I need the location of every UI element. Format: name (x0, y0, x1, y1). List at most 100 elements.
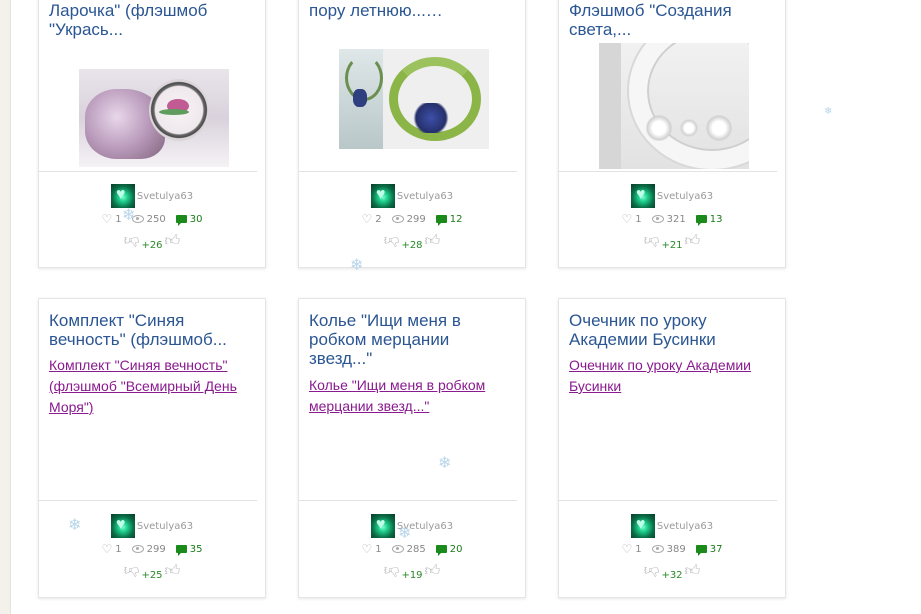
comment-icon (695, 545, 707, 556)
author-name[interactable]: Svetulya63 (657, 521, 713, 532)
post-title[interactable]: пору летнюю...… (309, 1, 517, 20)
thumbs-down-icon[interactable]: 👍︎ (124, 562, 140, 579)
comments-stat[interactable]: 12 (435, 213, 463, 226)
thumbs-up-icon[interactable]: 👍︎ (425, 233, 441, 248)
post-title[interactable]: Комплект "Синяя вечность" (флэшмоб... (49, 311, 257, 349)
post-title[interactable]: Ларочка" (флэшмоб "Укрась... (49, 1, 257, 39)
author-name[interactable]: Svetulya63 (137, 521, 193, 532)
snowflake-icon: ❄ (824, 106, 833, 117)
post-image[interactable] (79, 69, 229, 167)
snowflake-icon: ❄ (438, 455, 452, 472)
post-meta: Svetulya63 ♡1 285 20 👍︎ +19 👍︎ (299, 514, 525, 581)
avatar[interactable] (630, 184, 655, 208)
post-link[interactable]: Комплект "Синяя вечность" (флэшмоб "Всем… (49, 355, 257, 418)
thumbs-down-icon[interactable]: 👍︎ (644, 232, 660, 249)
post-stats: ♡ 1 250 30 (39, 212, 265, 226)
post-image[interactable] (599, 43, 749, 169)
likes-stat[interactable]: ♡ 1 (102, 212, 122, 226)
comments-stat[interactable]: 35 (175, 543, 203, 556)
post-meta: Svetulya63 ♡1 250 30 👍︎ +26 👍︎ (39, 184, 265, 251)
views-stat: 321 (651, 214, 686, 225)
author: Svetulya63 (559, 184, 785, 208)
avatar[interactable] (630, 514, 655, 538)
likes-stat[interactable]: ♡ 1 (362, 542, 382, 556)
post-stats: ♡ 2 299 12 (299, 212, 525, 226)
post-card: пору летнюю...… Svetulya63 ♡2 299 12 👍︎ … (298, 0, 526, 268)
comments-count: 20 (449, 543, 463, 555)
likes-count: 1 (115, 213, 122, 225)
heart-icon: ♡ (101, 542, 113, 556)
views-count: 250 (146, 213, 166, 225)
vote-row: 👍︎ +21 👍︎ (559, 230, 785, 251)
thumbs-down-icon[interactable]: 👍︎ (384, 232, 400, 249)
post-title[interactable]: Очечник по уроку Академии Бусинки (569, 311, 777, 349)
comments-count: 35 (189, 543, 203, 555)
author-name[interactable]: Svetulya63 (137, 191, 193, 202)
vote-row: 👍︎ +26 👍︎ (39, 230, 265, 251)
author: Svetulya63 (559, 514, 785, 538)
post-stats: ♡ 1 321 13 (559, 212, 785, 226)
avatar[interactable] (370, 514, 395, 538)
comments-stat[interactable]: 13 (695, 213, 723, 226)
post-title[interactable]: Колье "Ищи меня в робком мерцании звезд.… (309, 311, 517, 368)
post-link[interactable]: Колье "Ищи меня в робком мерцании звезд.… (309, 375, 517, 417)
thumbs-down-icon[interactable]: 👍︎ (124, 232, 140, 249)
thumbs-up-icon[interactable]: 👍︎ (685, 563, 701, 578)
author-name[interactable]: Svetulya63 (397, 191, 453, 202)
comment-icon (175, 545, 187, 556)
rating: +26 (141, 240, 163, 251)
eye-icon (651, 545, 664, 553)
vote-row: 👍︎ +28 👍︎ (299, 230, 525, 251)
views-count: 389 (666, 543, 686, 555)
thumbs-up-icon[interactable]: 👍︎ (165, 563, 181, 578)
comment-icon (435, 545, 447, 556)
comments-count: 13 (709, 213, 723, 225)
thumbs-up-icon[interactable]: 👍︎ (425, 563, 441, 578)
likes-stat[interactable]: ♡ 1 (622, 542, 642, 556)
vote-row: 👍︎ +32 👍︎ (559, 560, 785, 581)
heart-icon: ♡ (361, 542, 373, 556)
comments-stat[interactable]: 20 (435, 543, 463, 556)
thumbs-down-icon[interactable]: 👍︎ (384, 562, 400, 579)
card-divider (299, 171, 517, 172)
post-image[interactable] (339, 49, 489, 149)
eye-icon (391, 215, 404, 223)
post-stats: ♡ 1 285 20 (299, 542, 525, 556)
views-stat: 389 (651, 543, 686, 555)
avatar[interactable] (110, 514, 135, 538)
thumbs-up-icon[interactable]: 👍︎ (685, 233, 701, 248)
comments-stat[interactable]: 30 (175, 214, 202, 226)
heart-icon: ♡ (621, 212, 633, 226)
author-name[interactable]: Svetulya63 (657, 191, 713, 202)
likes-stat[interactable]: ♡ 1 (102, 542, 122, 556)
snowflake-icon: ❄ (68, 517, 82, 534)
comments-stat[interactable]: 37 (695, 544, 722, 556)
card-divider (39, 171, 257, 172)
views-count: 285 (406, 543, 426, 555)
rating: +28 (401, 240, 423, 251)
comments-count: 12 (449, 213, 463, 225)
post-link[interactable]: Очечник по уроку Академии Бусинки (569, 355, 777, 397)
author: Svetulya63 (299, 184, 525, 208)
post-card: Комплект "Синяя вечность" (флэшмоб... Ко… (38, 298, 266, 598)
rating: +32 (661, 570, 683, 581)
post-card: Ларочка" (флэшмоб "Укрась... Svetulya63 … (38, 0, 266, 268)
vote-row: 👍︎ +19 👍︎ (299, 560, 525, 581)
views-stat: 299 (131, 544, 166, 555)
rating: +25 (141, 570, 163, 581)
card-divider (559, 500, 777, 501)
avatar[interactable] (110, 184, 135, 208)
likes-stat[interactable]: ♡ 2 (362, 212, 382, 226)
eye-icon (391, 545, 404, 553)
thumbs-up-icon[interactable]: 👍︎ (165, 233, 181, 248)
views-stat: 285 (391, 543, 426, 555)
likes-count: 2 (375, 213, 382, 225)
post-meta: Svetulya63 ♡1 389 37 👍︎ +32 👍︎ (559, 514, 785, 581)
avatar[interactable] (370, 184, 395, 208)
likes-count: 1 (635, 213, 642, 225)
thumbs-down-icon[interactable]: 👍︎ (644, 562, 660, 579)
card-divider (559, 171, 777, 172)
snowflake-icon: ❄ (350, 257, 364, 274)
likes-stat[interactable]: ♡ 1 (622, 212, 642, 226)
post-title[interactable]: Флэшмоб "Создания света,... (569, 1, 777, 39)
